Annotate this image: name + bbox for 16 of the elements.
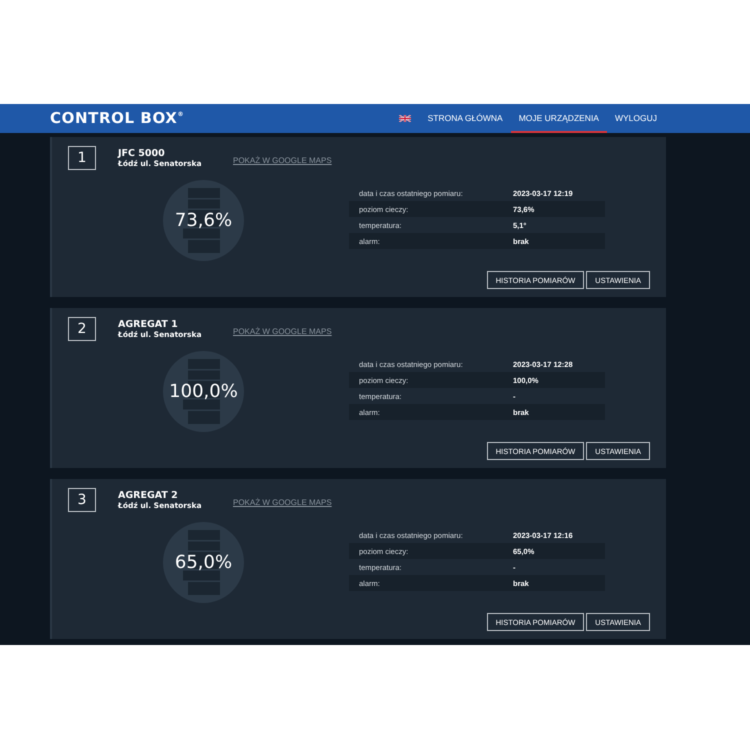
device-name: AGREGAT 1 <box>118 319 179 330</box>
flag-icon[interactable] <box>398 115 411 122</box>
device-name: JFC 5000 <box>118 148 166 159</box>
device-name: AGREGAT 2 <box>118 490 179 501</box>
google-maps-link[interactable]: POKAŻ W GOOGLE MAPS <box>233 498 332 507</box>
device-number: 3 <box>68 488 96 512</box>
nav-link[interactable]: WYLOGUJ <box>606 104 665 133</box>
fill-percentage: 100,0% <box>169 382 238 400</box>
google-maps-link[interactable]: POKAŻ W GOOGLE MAPS <box>233 327 332 336</box>
google-maps-link[interactable]: POKAŻ W GOOGLE MAPS <box>233 156 332 165</box>
device-number: 1 <box>68 146 96 170</box>
device-number: 2 <box>68 317 96 341</box>
nav-link[interactable]: STRONA GŁÓWNA <box>420 104 511 133</box>
fill-percentage: 73,6% <box>174 212 232 230</box>
logo[interactable]: CONTROL BOX$^{®}$ <box>50 111 184 126</box>
fill-percentage: 65,0% <box>174 554 232 572</box>
